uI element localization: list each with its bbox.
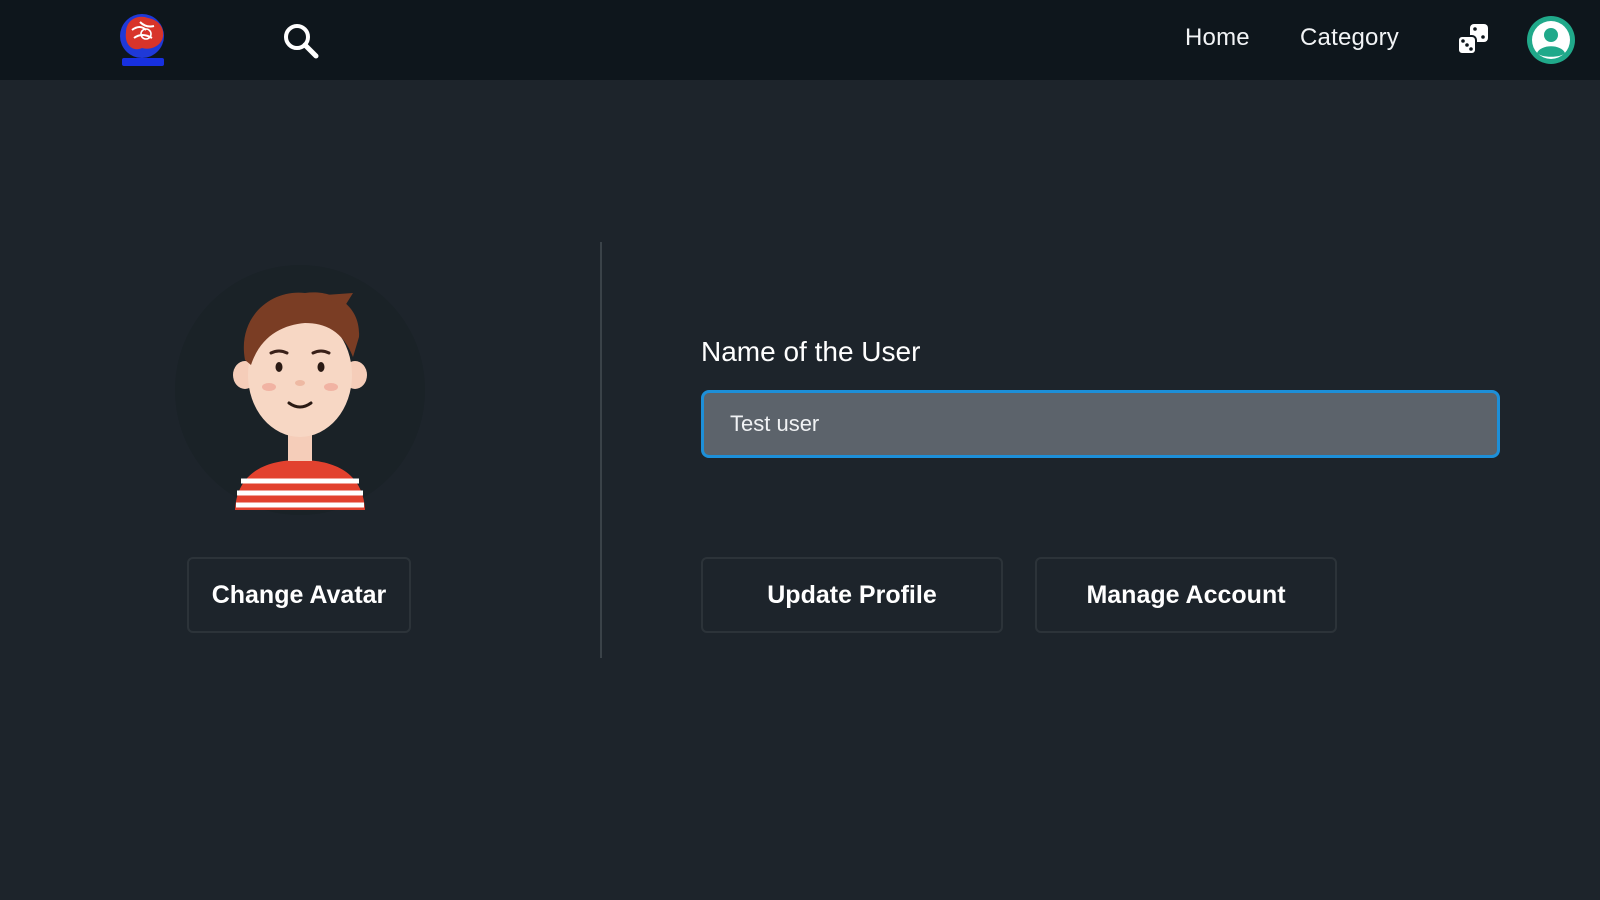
search-icon[interactable] bbox=[282, 22, 320, 60]
top-navbar: Home Category bbox=[0, 0, 1600, 80]
brain-logo-icon[interactable] bbox=[116, 10, 172, 70]
manage-account-button[interactable]: Manage Account bbox=[1035, 557, 1337, 633]
nav-home-link[interactable]: Home bbox=[1185, 24, 1250, 52]
nav-category-link[interactable]: Category bbox=[1300, 24, 1399, 52]
dice-icon[interactable] bbox=[1456, 22, 1492, 58]
update-profile-button[interactable]: Update Profile bbox=[701, 557, 1003, 633]
name-input[interactable] bbox=[701, 390, 1500, 458]
change-avatar-button[interactable]: Change Avatar bbox=[187, 557, 411, 633]
user-profile-icon[interactable] bbox=[1527, 16, 1575, 64]
name-field-label: Name of the User bbox=[701, 336, 921, 367]
vertical-divider bbox=[600, 242, 602, 658]
boy-avatar-illustration bbox=[175, 265, 425, 515]
